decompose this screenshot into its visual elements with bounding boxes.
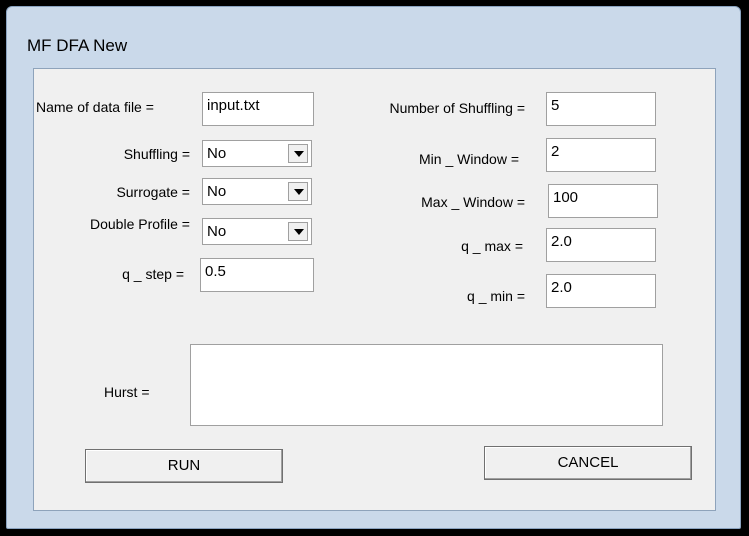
- min-window-label: Min _ Window =: [419, 151, 519, 167]
- chevron-down-icon[interactable]: [288, 182, 308, 201]
- q-step-label: q _ step =: [122, 266, 184, 282]
- window-title: MF DFA New: [27, 36, 128, 55]
- surrogate-select-value: No: [207, 183, 227, 200]
- double-profile-select[interactable]: No: [202, 218, 312, 245]
- q-max-input[interactable]: 2.0: [546, 228, 656, 262]
- cancel-button[interactable]: CANCEL: [484, 446, 692, 480]
- q-min-input[interactable]: 2.0: [546, 274, 656, 308]
- double-profile-select-value: No: [207, 223, 227, 240]
- q-max-label: q _ max =: [461, 238, 523, 254]
- surrogate-label: Surrogate =: [116, 184, 190, 200]
- run-button[interactable]: RUN: [85, 449, 283, 483]
- chevron-down-icon[interactable]: [288, 144, 308, 163]
- shuffling-select-value: No: [207, 145, 227, 162]
- q-step-input[interactable]: 0.5: [200, 258, 314, 292]
- hurst-output[interactable]: [190, 344, 663, 426]
- max-window-input[interactable]: 100: [548, 184, 658, 218]
- double-profile-label: Double Profile =: [89, 216, 190, 232]
- max-window-label: Max _ Window =: [421, 194, 525, 210]
- shuffling-select[interactable]: No: [202, 140, 312, 167]
- min-window-input[interactable]: 2: [546, 138, 656, 172]
- num-shuffling-label: Number of Shuffling =: [389, 100, 525, 116]
- num-shuffling-input[interactable]: 5: [546, 92, 656, 126]
- chevron-down-icon[interactable]: [288, 222, 308, 241]
- shuffling-label: Shuffling =: [123, 146, 190, 162]
- surrogate-select[interactable]: No: [202, 178, 312, 205]
- q-min-label: q _ min =: [467, 288, 525, 304]
- data-file-label: Name of data file =: [36, 99, 154, 115]
- data-file-input[interactable]: input.txt: [202, 92, 314, 126]
- hurst-label: Hurst =: [104, 384, 150, 400]
